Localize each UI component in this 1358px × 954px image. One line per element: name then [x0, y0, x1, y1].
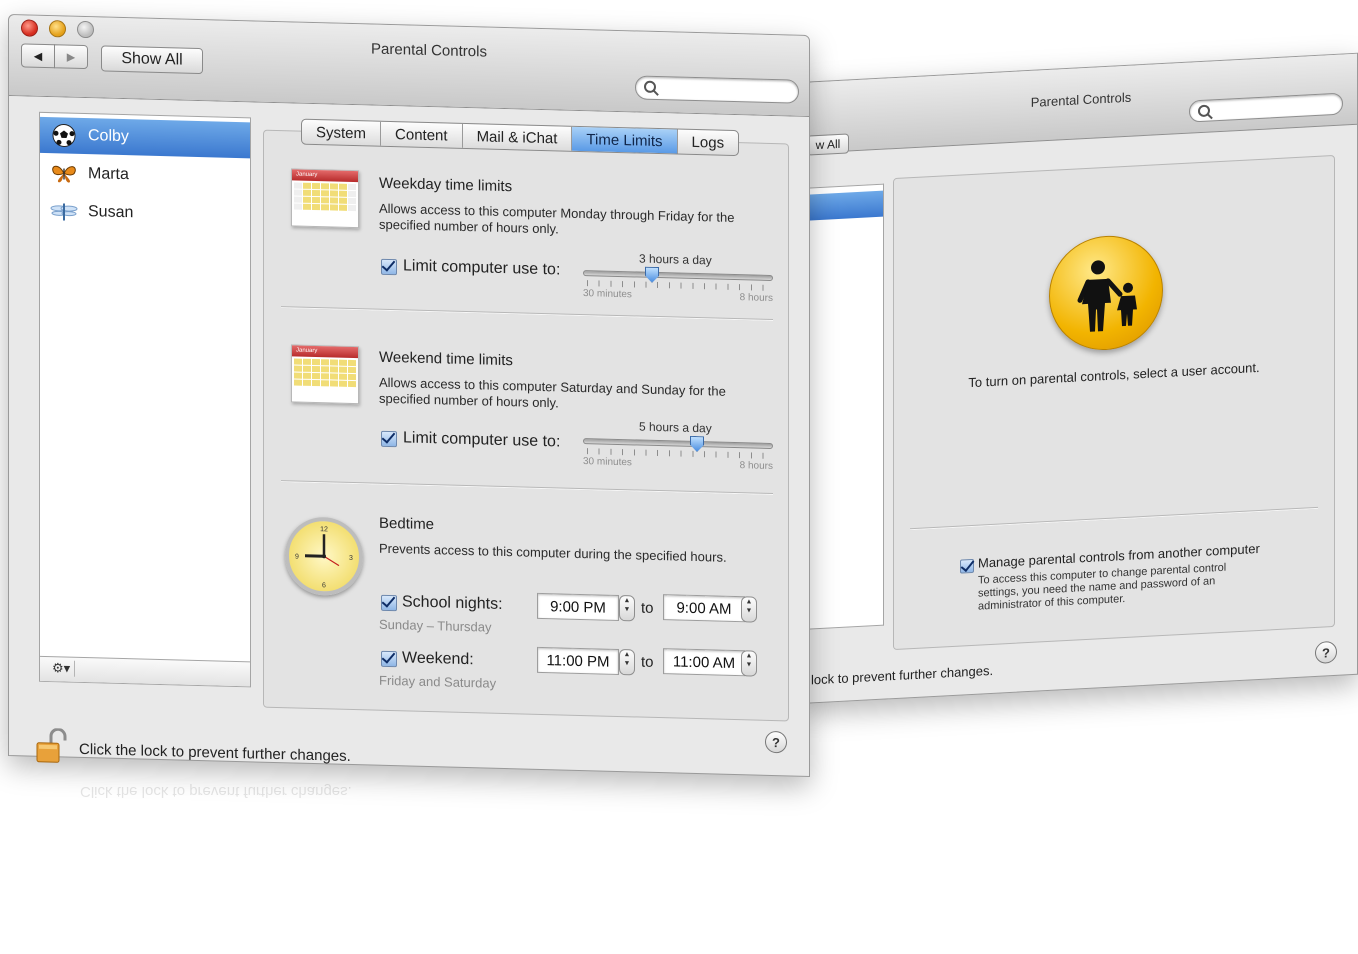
weekend-slider[interactable]: 5 hours a day 30 minutes 8 hours: [583, 418, 773, 473]
back-content-panel: To turn on parental controls, select a u…: [893, 154, 1335, 651]
back-divider: [910, 506, 1318, 531]
user-list[interactable]: Colby Marta Susan ⚙▾: [39, 111, 251, 688]
user-item-colby[interactable]: Colby: [40, 116, 250, 159]
tab-system[interactable]: System: [302, 119, 382, 146]
svg-text:6: 6: [322, 582, 326, 589]
zoom-button[interactable]: [77, 20, 94, 39]
svg-text:9: 9: [295, 554, 299, 561]
weekend-start-time[interactable]: 11:00 PM: [537, 646, 619, 675]
weekday-slider[interactable]: 3 hours a day 30 minutes 8 hours: [583, 250, 773, 305]
svg-text:12: 12: [320, 526, 328, 533]
weekend-bedtime-checkbox[interactable]: [381, 650, 397, 668]
slider-max-label: 8 hours: [739, 292, 773, 305]
weekend-slider-value: 5 hours a day: [639, 419, 712, 436]
weekend-end-stepper[interactable]: ▲ ▼: [741, 650, 757, 677]
manage-remote-checkbox[interactable]: [960, 558, 974, 574]
svg-text:3: 3: [349, 555, 353, 562]
weekday-slider-value: 3 hours a day: [639, 251, 712, 268]
to-label: to: [641, 653, 654, 671]
lock-message: Click the lock to prevent further change…: [79, 740, 351, 765]
weekday-limit-checkbox[interactable]: [381, 258, 397, 276]
search-icon: [644, 80, 656, 93]
slider-knob[interactable]: [690, 436, 704, 452]
weekend-start-stepper[interactable]: ▲ ▼: [619, 648, 635, 676]
user-name: Colby: [88, 127, 129, 146]
calendar-icon: January: [291, 344, 359, 405]
calendar-month: January: [292, 169, 358, 183]
forward-nav-button[interactable]: ▶: [54, 44, 88, 70]
tab-logs[interactable]: Logs: [678, 130, 739, 156]
back-sidebar-selected-row[interactable]: [801, 190, 883, 221]
gear-menu-button[interactable]: ⚙▾: [48, 660, 76, 677]
tab-time-limits[interactable]: Time Limits: [572, 126, 678, 154]
tab-content[interactable]: Content: [381, 121, 463, 148]
back-help-button[interactable]: ?: [1315, 640, 1337, 665]
school-nights-end-time[interactable]: 9:00 AM: [663, 594, 745, 623]
back-sidebar[interactable]: [801, 183, 884, 630]
back-show-all-button[interactable]: w All: [807, 133, 849, 156]
slider-min-label: 30 minutes: [583, 288, 632, 301]
weekend-limit-checkbox[interactable]: [381, 430, 397, 448]
slider-min-label: 30 minutes: [583, 456, 632, 469]
lock-icon[interactable]: [35, 727, 69, 765]
back-nav-button[interactable]: ◀: [21, 43, 55, 69]
window-reflection: Click the lock to prevent further change…: [30, 770, 790, 890]
calendar-icon: January: [291, 168, 359, 229]
to-label: to: [641, 599, 654, 617]
weekend-title: Weekend time limits: [379, 348, 513, 370]
user-name: Susan: [88, 203, 134, 222]
weekend-bedtime-days: Friday and Saturday: [379, 672, 497, 691]
dragonfly-icon: [50, 197, 78, 226]
show-all-button[interactable]: Show All: [101, 45, 203, 75]
back-window: Parental Controls w All To turn on paren…: [800, 52, 1358, 704]
school-nights-start-stepper[interactable]: ▲ ▼: [619, 594, 635, 622]
parental-controls-icon: [1049, 232, 1163, 353]
back-lock-text: lock to prevent further changes.: [811, 662, 994, 688]
sidebar-footer: ⚙▾: [40, 655, 250, 687]
search-icon: [1198, 104, 1210, 118]
butterfly-icon: [50, 159, 78, 188]
school-nights-days: Sunday – Thursday: [379, 616, 492, 635]
close-button[interactable]: [21, 19, 38, 37]
weekend-end-time[interactable]: 11:00 AM: [663, 648, 745, 677]
weekend-bedtime-label: Weekend:: [402, 649, 474, 669]
main-window: Parental Controls ◀ ▶ Show All Colby Mar…: [8, 14, 810, 778]
slider-track: [583, 438, 773, 450]
slider-track: [583, 270, 773, 282]
main-search-field[interactable]: [635, 75, 799, 104]
clock-icon: 12 3 6 9: [285, 516, 363, 597]
weekday-title: Weekday time limits: [379, 174, 513, 196]
slider-max-label: 8 hours: [739, 460, 773, 473]
school-nights-end-stepper[interactable]: ▲ ▼: [741, 596, 757, 623]
bedtime-title: Bedtime: [379, 514, 435, 534]
help-button[interactable]: ?: [765, 730, 787, 754]
user-item-marta[interactable]: Marta: [40, 155, 250, 196]
user-name: Marta: [88, 165, 129, 184]
slider-knob[interactable]: [645, 267, 659, 283]
calendar-month: January: [292, 345, 358, 359]
reflected-lock-message: Click the lock to prevent further change…: [80, 783, 352, 800]
minimize-button[interactable]: [49, 20, 66, 38]
select-user-message: To turn on parental controls, select a u…: [968, 359, 1260, 391]
tab-mail-ichat[interactable]: Mail & iChat: [462, 123, 573, 151]
soccer-ball-icon: [50, 121, 78, 150]
school-nights-checkbox[interactable]: [381, 594, 397, 612]
user-item-susan[interactable]: Susan: [40, 193, 250, 234]
school-nights-start-time[interactable]: 9:00 PM: [537, 592, 619, 621]
school-nights-label: School nights:: [402, 593, 503, 613]
